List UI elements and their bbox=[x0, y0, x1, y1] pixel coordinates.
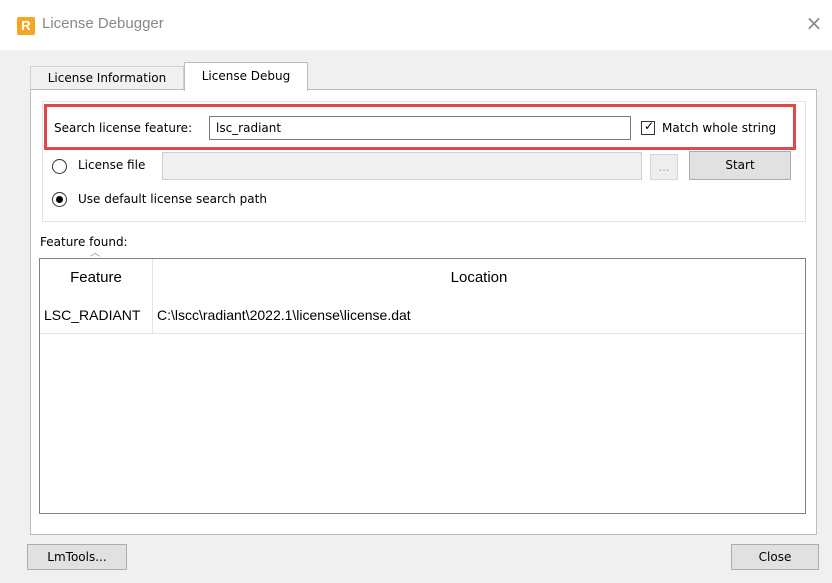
tab-license-debug[interactable]: License Debug bbox=[184, 62, 308, 91]
column-header-feature-label: Feature bbox=[70, 269, 122, 286]
default-path-radio[interactable] bbox=[52, 192, 67, 207]
title-bar: License Debugger × bbox=[0, 0, 832, 50]
window-title: License Debugger bbox=[42, 15, 164, 32]
license-file-radio[interactable] bbox=[52, 159, 67, 174]
search-highlight-box bbox=[44, 104, 796, 150]
radio-selected-dot bbox=[56, 196, 63, 203]
column-header-feature[interactable]: ︿ Feature bbox=[40, 248, 153, 297]
cell-feature: LSC_RADIANT bbox=[40, 297, 153, 333]
tab-license-information[interactable]: License Information bbox=[30, 66, 184, 90]
default-path-label: Use default license search path bbox=[78, 192, 267, 206]
start-button[interactable]: Start bbox=[689, 151, 791, 180]
table-row[interactable]: LSC_RADIANT C:\lscc\radiant\2022.1\licen… bbox=[40, 297, 805, 334]
close-icon[interactable]: × bbox=[803, 12, 825, 34]
lmtools-button[interactable]: LmTools... bbox=[27, 544, 127, 570]
license-file-input[interactable] bbox=[162, 152, 642, 180]
close-button[interactable]: Close bbox=[731, 544, 819, 570]
column-header-location[interactable]: Location bbox=[153, 259, 805, 297]
sort-ascending-icon: ︿ bbox=[90, 248, 100, 259]
cell-location: C:\lscc\radiant\2022.1\license\license.d… bbox=[157, 307, 411, 323]
browse-button[interactable]: ... bbox=[650, 154, 678, 180]
feature-found-label: Feature found: bbox=[40, 235, 128, 249]
license-file-label: License file bbox=[78, 158, 146, 172]
app-icon bbox=[17, 17, 35, 35]
results-table[interactable]: ︿ Feature Location LSC_RADIANT C:\lscc\r… bbox=[39, 248, 806, 514]
